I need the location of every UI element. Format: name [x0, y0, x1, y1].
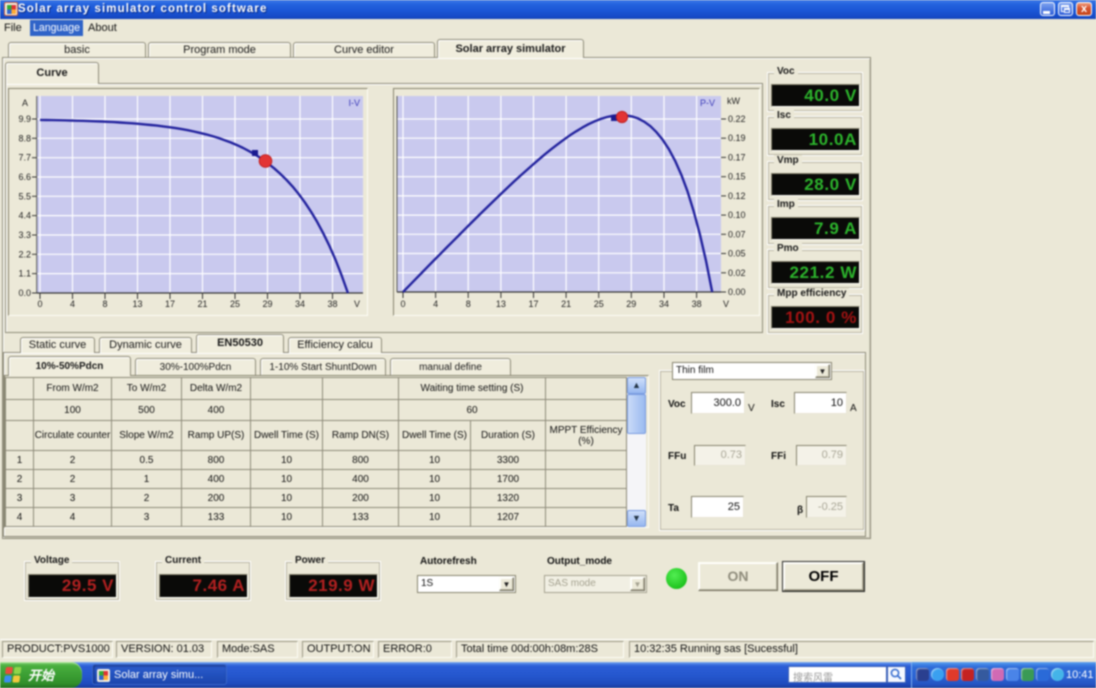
svg-text:21: 21	[561, 299, 571, 309]
svg-text:4: 4	[433, 299, 438, 309]
svg-text:0.10: 0.10	[728, 210, 746, 220]
svg-text:2.2: 2.2	[18, 249, 31, 259]
svg-text:0.05: 0.05	[728, 249, 746, 259]
svg-text:8: 8	[102, 299, 107, 309]
svg-text:0: 0	[400, 299, 405, 309]
svg-text:1.1: 1.1	[18, 269, 31, 279]
svg-text:0: 0	[37, 299, 42, 309]
svg-text:25: 25	[230, 299, 240, 309]
svg-text:P-V: P-V	[700, 98, 715, 108]
svg-text:V: V	[354, 299, 360, 309]
svg-text:38: 38	[327, 299, 337, 309]
svg-text:6.6: 6.6	[18, 172, 31, 182]
svg-text:7.7: 7.7	[18, 153, 31, 163]
svg-text:25: 25	[594, 299, 604, 309]
svg-text:17: 17	[528, 299, 538, 309]
svg-text:5.5: 5.5	[18, 191, 31, 201]
svg-text:29: 29	[626, 299, 636, 309]
svg-text:13: 13	[132, 299, 142, 309]
svg-text:0.0: 0.0	[18, 288, 31, 298]
svg-text:0.19: 0.19	[728, 133, 746, 143]
svg-text:kW: kW	[727, 96, 741, 106]
svg-text:3.3: 3.3	[18, 230, 31, 240]
svg-text:0.02: 0.02	[728, 268, 746, 278]
svg-text:0.22: 0.22	[728, 114, 746, 124]
svg-text:8: 8	[466, 299, 471, 309]
svg-text:0.00: 0.00	[728, 287, 746, 297]
svg-text:0.15: 0.15	[728, 172, 746, 182]
svg-text:A: A	[22, 98, 28, 108]
svg-text:0.17: 0.17	[728, 152, 746, 162]
svg-text:0.12: 0.12	[728, 191, 746, 201]
svg-text:开始: 开始	[28, 668, 56, 683]
svg-text:13: 13	[496, 299, 506, 309]
svg-text:0.07: 0.07	[728, 229, 746, 239]
svg-text:9.9: 9.9	[18, 114, 31, 124]
svg-text:8.8: 8.8	[18, 133, 31, 143]
svg-text:I-V: I-V	[348, 98, 360, 108]
svg-text:4: 4	[70, 299, 75, 309]
svg-text:34: 34	[295, 299, 305, 309]
svg-text:V: V	[723, 299, 729, 309]
svg-text:21: 21	[197, 299, 207, 309]
svg-text:34: 34	[659, 299, 669, 309]
svg-text:38: 38	[692, 299, 702, 309]
svg-text:4.4: 4.4	[18, 211, 31, 221]
svg-text:17: 17	[165, 299, 175, 309]
svg-text:29: 29	[262, 299, 272, 309]
